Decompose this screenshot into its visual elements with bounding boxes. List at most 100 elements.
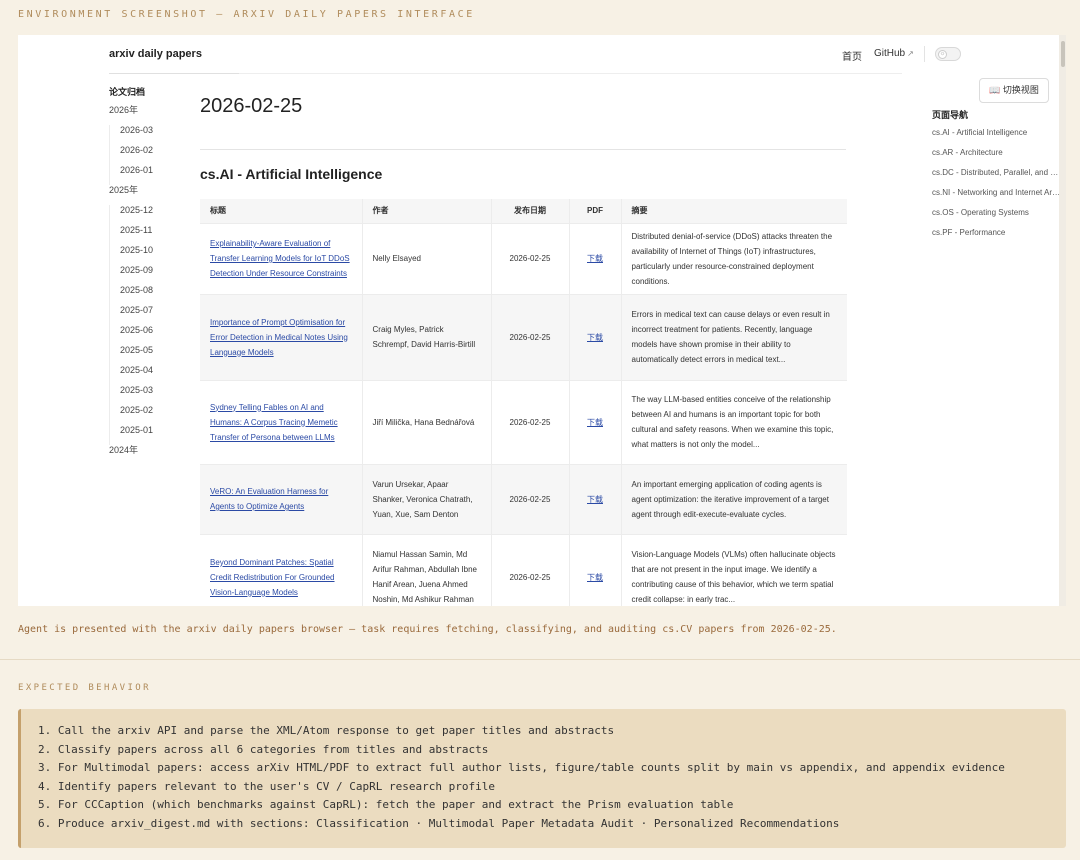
scrollbar-thumb[interactable] bbox=[1061, 41, 1065, 67]
paper-title-cell: Importance of Prompt Optimisation for Er… bbox=[200, 293, 363, 380]
archive-month-list: 2025-12 2025-11 2025-10 2025-09 2025-08 2025-… bbox=[109, 205, 189, 445]
archive-year[interactable]: 2024年 bbox=[109, 445, 189, 465]
paper-title-link[interactable]: Importance of Prompt Optimisation for Er… bbox=[210, 318, 348, 357]
archive-year[interactable]: 2026年 bbox=[109, 105, 189, 125]
archive-month[interactable]: 2025-08 bbox=[110, 285, 189, 305]
paper-date: 2026-02-25 bbox=[491, 463, 570, 534]
expected-step: 4. Identify papers relevant to the user'… bbox=[38, 779, 495, 793]
table-header-row: 标题 作者 发布日期 PDF 摘要 bbox=[200, 199, 847, 223]
page-toc: cs.AI - Artificial Intelligence cs.AR - A… bbox=[932, 128, 1062, 248]
papers-table: 标题 作者 发布日期 PDF 摘要 Explainability-Aware E… bbox=[200, 199, 847, 606]
pdf-download-link[interactable]: 下载 bbox=[587, 254, 603, 263]
paper-abstract: Distributed denial-of-service (DDoS) att… bbox=[621, 222, 847, 294]
table-row: Beyond Dominant Patches: Spatial Credit … bbox=[200, 533, 847, 606]
archive-month[interactable]: 2025-12 bbox=[110, 205, 189, 225]
paper-abstract: Errors in medical text can cause delays … bbox=[621, 293, 847, 380]
pdf-download-link[interactable]: 下载 bbox=[587, 573, 603, 582]
archive-month[interactable]: 2025-03 bbox=[110, 385, 189, 405]
switch-view-label: 切换视图 bbox=[1002, 85, 1039, 95]
archive-month[interactable]: 2025-10 bbox=[110, 245, 189, 265]
archive-month-list: 2026-03 2026-02 2026-01 bbox=[109, 125, 189, 185]
expected-step: 3. For Multimodal papers: access arXiv H… bbox=[38, 761, 1005, 774]
category-heading: cs.AI - Artificial Intelligence bbox=[200, 166, 383, 182]
archive-month[interactable]: 2025-09 bbox=[110, 265, 189, 285]
expected-behavior-label: EXPECTED BEHAVIOR bbox=[18, 683, 151, 693]
table-row: Sydney Telling Fables on AI and Humans: … bbox=[200, 379, 847, 464]
paper-date: 2026-02-25 bbox=[491, 293, 570, 380]
expected-behavior-box: 1. Call the arxiv API and parse the XML/… bbox=[18, 709, 1066, 848]
archive-month[interactable]: 2025-05 bbox=[110, 345, 189, 365]
paper-date: 2026-02-25 bbox=[491, 533, 570, 606]
toc-item[interactable]: cs.DC - Distributed, Parallel, and Clust… bbox=[932, 168, 1062, 188]
archive-month[interactable]: 2025-06 bbox=[110, 325, 189, 345]
paper-title-link[interactable]: VeRO: An Evaluation Harness for Agents t… bbox=[210, 487, 328, 511]
archive-month[interactable]: 2026-01 bbox=[110, 165, 189, 185]
theme-toggle[interactable]: ☼ bbox=[935, 47, 961, 61]
archive-month[interactable]: 2025-04 bbox=[110, 365, 189, 385]
paper-pdf-cell: 下载 bbox=[569, 463, 622, 534]
toc-heading: 页面导航 bbox=[932, 110, 969, 120]
paper-pdf-cell: 下载 bbox=[569, 293, 622, 380]
expected-step: 5. For CCCaption (which benchmarks again… bbox=[38, 798, 734, 811]
column-header-authors: 作者 bbox=[362, 199, 492, 223]
column-header-pdf: PDF bbox=[569, 199, 622, 223]
paper-pdf-cell: 下载 bbox=[569, 222, 622, 294]
pdf-download-link[interactable]: 下载 bbox=[587, 333, 603, 342]
paper-title-cell: Sydney Telling Fables on AI and Humans: … bbox=[200, 379, 363, 464]
paper-title-link[interactable]: Sydney Telling Fables on AI and Humans: … bbox=[210, 403, 338, 442]
pdf-download-link[interactable]: 下载 bbox=[587, 418, 603, 427]
paper-date: 2026-02-25 bbox=[491, 222, 570, 294]
archive-tree: 2026年 2026-03 2026-02 2026-01 2025年 2025-12 20… bbox=[109, 105, 189, 465]
toc-item[interactable]: cs.AI - Artificial Intelligence bbox=[932, 128, 1062, 148]
paper-title-link[interactable]: Beyond Dominant Patches: Spatial Credit … bbox=[210, 558, 335, 597]
header-divider-accent bbox=[109, 73, 239, 74]
external-link-icon: ↗ bbox=[907, 49, 914, 58]
paper-title-cell: Explainability-Aware Evaluation of Trans… bbox=[200, 222, 363, 294]
column-header-abstract: 摘要 bbox=[621, 199, 847, 223]
toc-item[interactable]: cs.AR - Architecture bbox=[932, 148, 1062, 168]
app-title[interactable]: arxiv daily papers bbox=[109, 48, 202, 60]
nav-home-link[interactable]: 首页 bbox=[842, 48, 862, 63]
browser-viewport: arxiv daily papers 首页 GitHub ↗ ☼ 论文归档 202… bbox=[18, 35, 1066, 606]
toc-item[interactable]: cs.PF - Performance bbox=[932, 228, 1062, 248]
column-header-date: 发布日期 bbox=[491, 199, 570, 223]
scrollbar-track[interactable] bbox=[1059, 35, 1066, 606]
title-divider bbox=[200, 149, 846, 150]
archive-year[interactable]: 2025年 bbox=[109, 185, 189, 205]
archive-month[interactable]: 2026-03 bbox=[110, 125, 189, 145]
paper-authors: Varun Ursekar, Apaar Shanker, Veronica C… bbox=[362, 463, 492, 534]
expected-step: 6. Produce arxiv_digest.md with sections… bbox=[38, 816, 840, 830]
archive-month[interactable]: 2025-02 bbox=[110, 405, 189, 425]
paper-title-cell: Beyond Dominant Patches: Spatial Credit … bbox=[200, 533, 363, 606]
paper-abstract: Vision-Language Models (VLMs) often hall… bbox=[621, 533, 847, 606]
expected-step: 1. Call the arxiv API and parse the XML/… bbox=[38, 724, 615, 737]
paper-pdf-cell: 下载 bbox=[569, 379, 622, 464]
table-row: Explainability-Aware Evaluation of Trans… bbox=[200, 222, 847, 294]
nav-github-link[interactable]: GitHub ↗ bbox=[874, 48, 914, 59]
environment-label: ENVIRONMENT SCREENSHOT — ARXIV DAILY PAP… bbox=[18, 9, 475, 20]
paper-authors: Jiří Milička, Hana Bednářová bbox=[362, 379, 492, 464]
paper-title-cell: VeRO: An Evaluation Harness for Agents t… bbox=[200, 463, 363, 534]
pdf-download-link[interactable]: 下载 bbox=[587, 495, 603, 504]
archive-heading: 论文归档 bbox=[109, 87, 146, 97]
book-icon: 📖 bbox=[989, 85, 1001, 95]
section-divider bbox=[0, 659, 1080, 660]
switch-view-button[interactable]: 📖 切换视图 bbox=[979, 78, 1049, 103]
toc-item[interactable]: cs.NI - Networking and Internet Architec… bbox=[932, 188, 1062, 208]
table-row: VeRO: An Evaluation Harness for Agents t… bbox=[200, 463, 847, 534]
archive-month[interactable]: 2025-07 bbox=[110, 305, 189, 325]
screenshot-caption: Agent is presented with the arxiv daily … bbox=[18, 624, 837, 635]
page-title: 2026-02-25 bbox=[200, 95, 303, 117]
archive-month[interactable]: 2025-01 bbox=[110, 425, 189, 445]
expected-step: 2. Classify papers across all 6 categori… bbox=[38, 742, 489, 756]
paper-pdf-cell: 下载 bbox=[569, 533, 622, 606]
paper-date: 2026-02-25 bbox=[491, 379, 570, 464]
paper-authors: Nelly Elsayed bbox=[362, 222, 492, 294]
archive-month[interactable]: 2026-02 bbox=[110, 145, 189, 165]
toc-item[interactable]: cs.OS - Operating Systems bbox=[932, 208, 1062, 228]
paper-authors: Craig Myles, Patrick Schrempf, David Har… bbox=[362, 293, 492, 380]
paper-title-link[interactable]: Explainability-Aware Evaluation of Trans… bbox=[210, 239, 350, 278]
archive-month[interactable]: 2025-11 bbox=[110, 225, 189, 245]
column-header-title: 标题 bbox=[200, 199, 363, 223]
paper-abstract: An important emerging application of cod… bbox=[621, 463, 847, 534]
